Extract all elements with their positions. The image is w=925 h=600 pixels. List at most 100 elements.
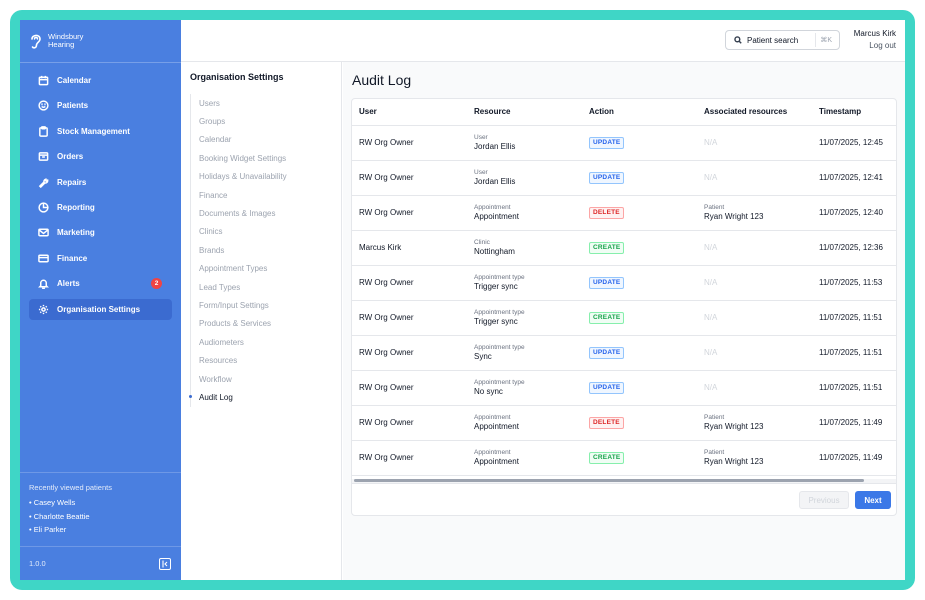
cell-timestamp: 11/07/2025, 11:51 [812, 300, 896, 336]
sidebar-item-label: Stock Management [57, 126, 130, 136]
sidebar-item-repairs[interactable]: Repairs [29, 172, 172, 193]
action-badge: UPDATE [589, 171, 625, 184]
associated-type: Patient [704, 449, 725, 456]
resource-name: Trigger sync [474, 282, 518, 291]
table-row[interactable]: RW Org Owner Appointment Appointment CREATE… [352, 440, 896, 476]
associated-name: N/A [704, 173, 718, 182]
associated-name[interactable]: Ryan Wright 123 [704, 457, 763, 466]
cell-associated: Patient Ryan Wright 123 [697, 405, 812, 441]
recent-patient-item[interactable]: • Eli Parker [29, 525, 172, 534]
search-icon [734, 36, 742, 44]
table-row[interactable]: Marcus Kirk Clinic Nottingham CREATE N/A 11/0… [352, 230, 896, 266]
collapse-sidebar-icon[interactable] [159, 557, 171, 570]
table-row[interactable]: RW Org Owner Appointment type Trigger sync… [352, 265, 896, 301]
associated-name: N/A [704, 383, 718, 392]
table-row[interactable]: RW Org Owner User Jordan Ellis UPDATE N/A 11/… [352, 125, 896, 161]
cell-user: RW Org Owner [352, 440, 467, 476]
table-row[interactable]: RW Org Owner Appointment type Sync UPDATE N/… [352, 335, 896, 371]
patient-search-button[interactable]: Patient search ⌘K [725, 30, 840, 50]
sidebar-item-finance[interactable]: Finance [29, 248, 172, 269]
credit-card-icon [37, 252, 49, 264]
table-row[interactable]: RW Org Owner Appointment Appointment DELETE… [352, 195, 896, 231]
settings-item-audiometers[interactable]: Audiometers [191, 333, 287, 351]
sidebar-item-orders[interactable]: Orders [29, 146, 172, 167]
cell-user: RW Org Owner [352, 125, 467, 161]
settings-item-holidays-unavailability[interactable]: Holidays & Unavailability [191, 168, 287, 186]
settings-item-audit-log[interactable]: Audit Log [189, 388, 287, 406]
recent-patient-item[interactable]: • Charlotte Beattie [29, 512, 172, 521]
associated-name[interactable]: Ryan Wright 123 [704, 212, 763, 221]
settings-item-lead-types[interactable]: Lead Types [191, 278, 287, 296]
cell-action: DELETE [582, 405, 697, 441]
cell-action: UPDATE [582, 160, 697, 196]
settings-item-booking-widget-settings[interactable]: Booking Widget Settings [191, 149, 287, 167]
table-row[interactable]: RW Org Owner Appointment Appointment DELETE… [352, 405, 896, 441]
sidebar-item-alerts[interactable]: Alerts 2 [29, 273, 172, 294]
settings-title: Organisation Settings [190, 72, 284, 82]
audit-table: User Resource Action Associated resource… [352, 99, 896, 476]
cell-associated: N/A [697, 335, 812, 371]
cell-user: RW Org Owner [352, 370, 467, 406]
cell-action: CREATE [582, 440, 697, 476]
sidebar-item-reporting[interactable]: Reporting [29, 197, 172, 218]
settings-item-clinics[interactable]: Clinics [191, 223, 287, 241]
sidebar-item-organisation-settings[interactable]: Organisation Settings [29, 298, 172, 320]
resource-type: Appointment type [474, 274, 525, 281]
audit-table-card: User Resource Action Associated resource… [351, 98, 897, 516]
smile-icon [37, 100, 49, 112]
resource-type: User [474, 134, 488, 141]
cell-action: UPDATE [582, 265, 697, 301]
recent-patient-item[interactable]: • Casey Wells [29, 498, 172, 507]
settings-item-documents-images[interactable]: Documents & Images [191, 204, 287, 222]
settings-item-finance[interactable]: Finance [191, 186, 287, 204]
resource-name: Jordan Ellis [474, 142, 516, 151]
cell-action: UPDATE [582, 335, 697, 371]
settings-item-workflow[interactable]: Workflow [191, 370, 287, 388]
next-button[interactable]: Next [855, 491, 891, 509]
cell-action: UPDATE [582, 370, 697, 406]
settings-item-products-services[interactable]: Products & Services [191, 315, 287, 333]
settings-item-users[interactable]: Users [191, 94, 287, 112]
previous-button[interactable]: Previous [799, 491, 849, 509]
sidebar-item-stock-management[interactable]: Stock Management [29, 121, 172, 142]
cell-associated: Patient Ryan Wright 123 [697, 440, 812, 476]
cell-user: RW Org Owner [352, 160, 467, 196]
settings-item-brands[interactable]: Brands [191, 241, 287, 259]
cell-timestamp: 11/07/2025, 12:45 [812, 125, 896, 161]
cell-associated: N/A [697, 265, 812, 301]
action-badge: CREATE [589, 311, 625, 324]
box-icon [37, 151, 49, 163]
associated-name[interactable]: Ryan Wright 123 [704, 422, 763, 431]
table-row[interactable]: RW Org Owner User Jordan Ellis UPDATE N/A 11/… [352, 160, 896, 196]
brand[interactable]: Windsbury Hearing [20, 20, 181, 62]
settings-item-calendar[interactable]: Calendar [191, 131, 287, 149]
action-badge: UPDATE [589, 276, 625, 289]
table-header-row: User Resource Action Associated resource… [352, 99, 896, 126]
column-header-associated: Associated resources [697, 99, 812, 126]
settings-item-resources[interactable]: Resources [191, 351, 287, 369]
table-row[interactable]: RW Org Owner Appointment type No sync UPDAT… [352, 370, 896, 406]
sidebar-item-calendar[interactable]: Calendar [29, 70, 172, 91]
sidebar-footer: 1.0.0 [20, 546, 181, 580]
sidebar-item-label: Reporting [57, 202, 95, 212]
bell-icon [37, 278, 49, 290]
resource-name: Appointment [474, 457, 519, 466]
cell-timestamp: 11/07/2025, 12:40 [812, 195, 896, 231]
associated-name: N/A [704, 313, 718, 322]
scrollbar-thumb[interactable] [354, 479, 864, 482]
resource-type: Appointment type [474, 309, 525, 316]
alerts-count-badge: 2 [151, 278, 162, 290]
settings-item-groups[interactable]: Groups [191, 112, 287, 130]
sidebar-item-patients[interactable]: Patients [29, 95, 172, 116]
settings-item-appointment-types[interactable]: Appointment Types [191, 260, 287, 278]
action-badge: UPDATE [589, 381, 625, 394]
sidebar-item-label: Finance [57, 253, 88, 263]
settings-item-form-input-settings[interactable]: Form/Input Settings [191, 296, 287, 314]
cell-associated: N/A [697, 230, 812, 266]
wrench-icon [37, 176, 49, 188]
table-row[interactable]: RW Org Owner Appointment type Trigger sync… [352, 300, 896, 336]
sidebar-item-marketing[interactable]: Marketing [29, 222, 172, 243]
action-badge: UPDATE [589, 136, 625, 149]
logout-link[interactable]: Log out [869, 41, 896, 50]
cell-resource: Appointment type Trigger sync [467, 265, 582, 301]
